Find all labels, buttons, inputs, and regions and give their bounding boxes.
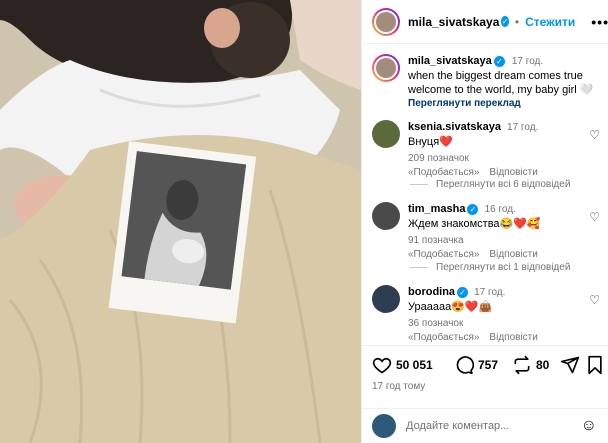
emoji-icon[interactable]: ☺ xyxy=(581,417,597,435)
caption-time: 17 год. xyxy=(511,56,544,67)
comments-count: 757 xyxy=(478,358,499,372)
like-comment-heart-icon[interactable]: ♡ xyxy=(589,128,600,142)
comment-likes[interactable]: 91 позначка «Подобається» xyxy=(408,235,479,260)
verified-icon: ✓ xyxy=(501,16,509,27)
comment-text: Внуця❤️ xyxy=(408,136,453,148)
caption-username[interactable]: mila_sivatskaya xyxy=(408,55,492,67)
commenter-avatar[interactable] xyxy=(372,202,400,230)
caption: mila_sivatskaya ✓ 17 год. when the bigges… xyxy=(372,54,602,111)
reply-button[interactable]: Відповісти xyxy=(489,332,537,343)
caption-line-1: when the biggest dream comes true xyxy=(408,70,583,82)
more-options-icon[interactable]: ••• xyxy=(591,14,608,30)
view-replies-label: Переглянути всі 6 відповідей xyxy=(436,179,571,190)
repost-icon xyxy=(514,355,530,375)
comment-username[interactable]: borodina xyxy=(408,286,455,298)
view-replies-button[interactable]: Переглянути всі 1 відповідей xyxy=(410,262,570,273)
see-translation-link[interactable]: Переглянути переклад xyxy=(408,97,602,111)
heart-icon xyxy=(372,357,392,374)
reply-button[interactable]: Відповісти xyxy=(489,167,537,178)
replies-divider xyxy=(410,267,428,268)
comment-button[interactable]: 757 xyxy=(454,355,498,375)
share-button[interactable]: 80 xyxy=(512,355,549,375)
action-bar: 50 051 757 80 17 год тому xyxy=(362,345,608,395)
photo-illustration xyxy=(0,0,361,443)
caption-line-2: welcome to the world, my baby girl 🤍 xyxy=(408,84,594,96)
comment-username[interactable]: tim_masha xyxy=(408,203,465,215)
add-comment-input[interactable]: Додайте коментар... xyxy=(406,420,581,432)
post-photo xyxy=(0,0,361,443)
current-user-avatar xyxy=(372,414,396,438)
follow-button[interactable]: Стежити xyxy=(525,15,575,29)
comment-text: Ждем знакомства😂❤️🥰 xyxy=(408,218,541,230)
verified-icon: ✓ xyxy=(467,203,479,215)
comment-likes[interactable]: 36 позначок «Подобається» xyxy=(408,318,479,343)
verified-icon: ✓ xyxy=(493,55,505,67)
reply-button[interactable]: Відповісти xyxy=(489,249,537,260)
like-button[interactable]: 50 051 xyxy=(372,355,433,375)
view-replies-button[interactable]: Переглянути всі 6 відповідей xyxy=(410,179,570,190)
save-button[interactable] xyxy=(586,355,604,375)
add-comment-bar: Додайте коментар... ☺ xyxy=(362,408,608,443)
post-header: mila_sivatskaya ✓ • Стежити ••• xyxy=(362,0,608,44)
comment: tim_masha ✓ 16 год. Ждем знакомства😂❤️🥰 9… xyxy=(372,202,602,262)
comment: ksenia.sivatskaya 17 год. Внуця❤️ 209 по… xyxy=(372,120,602,180)
like-comment-heart-icon[interactable]: ♡ xyxy=(589,210,600,224)
author-username[interactable]: mila_sivatskaya xyxy=(408,15,499,29)
send-button[interactable] xyxy=(560,355,580,375)
author-avatar[interactable] xyxy=(372,7,400,36)
comment-time: 16 год. xyxy=(484,204,516,215)
like-comment-heart-icon[interactable]: ♡ xyxy=(589,293,600,307)
comment-icon xyxy=(456,356,474,375)
comment: borodina ✓ 17 год. Урааааа😍❤️👜 36 позначо… xyxy=(372,285,602,345)
post-panel: mila_sivatskaya ✓ • Стежити ••• mila_siv… xyxy=(361,0,608,443)
bookmark-icon xyxy=(588,355,602,375)
shares-count: 80 xyxy=(536,358,550,372)
commenter-avatar[interactable] xyxy=(372,285,400,313)
comment-likes[interactable]: 209 позначок «Подобається» xyxy=(408,153,479,178)
likes-count: 50 051 xyxy=(396,358,433,372)
caption-avatar[interactable] xyxy=(372,54,400,82)
comment-time: 17 год. xyxy=(507,122,539,133)
verified-icon: ✓ xyxy=(457,286,469,298)
send-icon xyxy=(560,356,580,374)
view-replies-label: Переглянути всі 1 відповідей xyxy=(436,262,571,273)
comment-time: 17 год. xyxy=(474,287,506,298)
commenter-avatar[interactable] xyxy=(372,120,400,148)
comment-text: Урааааа😍❤️👜 xyxy=(408,301,493,313)
replies-divider xyxy=(410,184,428,185)
comment-username[interactable]: ksenia.sivatskaya xyxy=(408,121,501,133)
post-time-ago: 17 год тому xyxy=(372,381,426,392)
separator-dot: • xyxy=(514,14,520,29)
